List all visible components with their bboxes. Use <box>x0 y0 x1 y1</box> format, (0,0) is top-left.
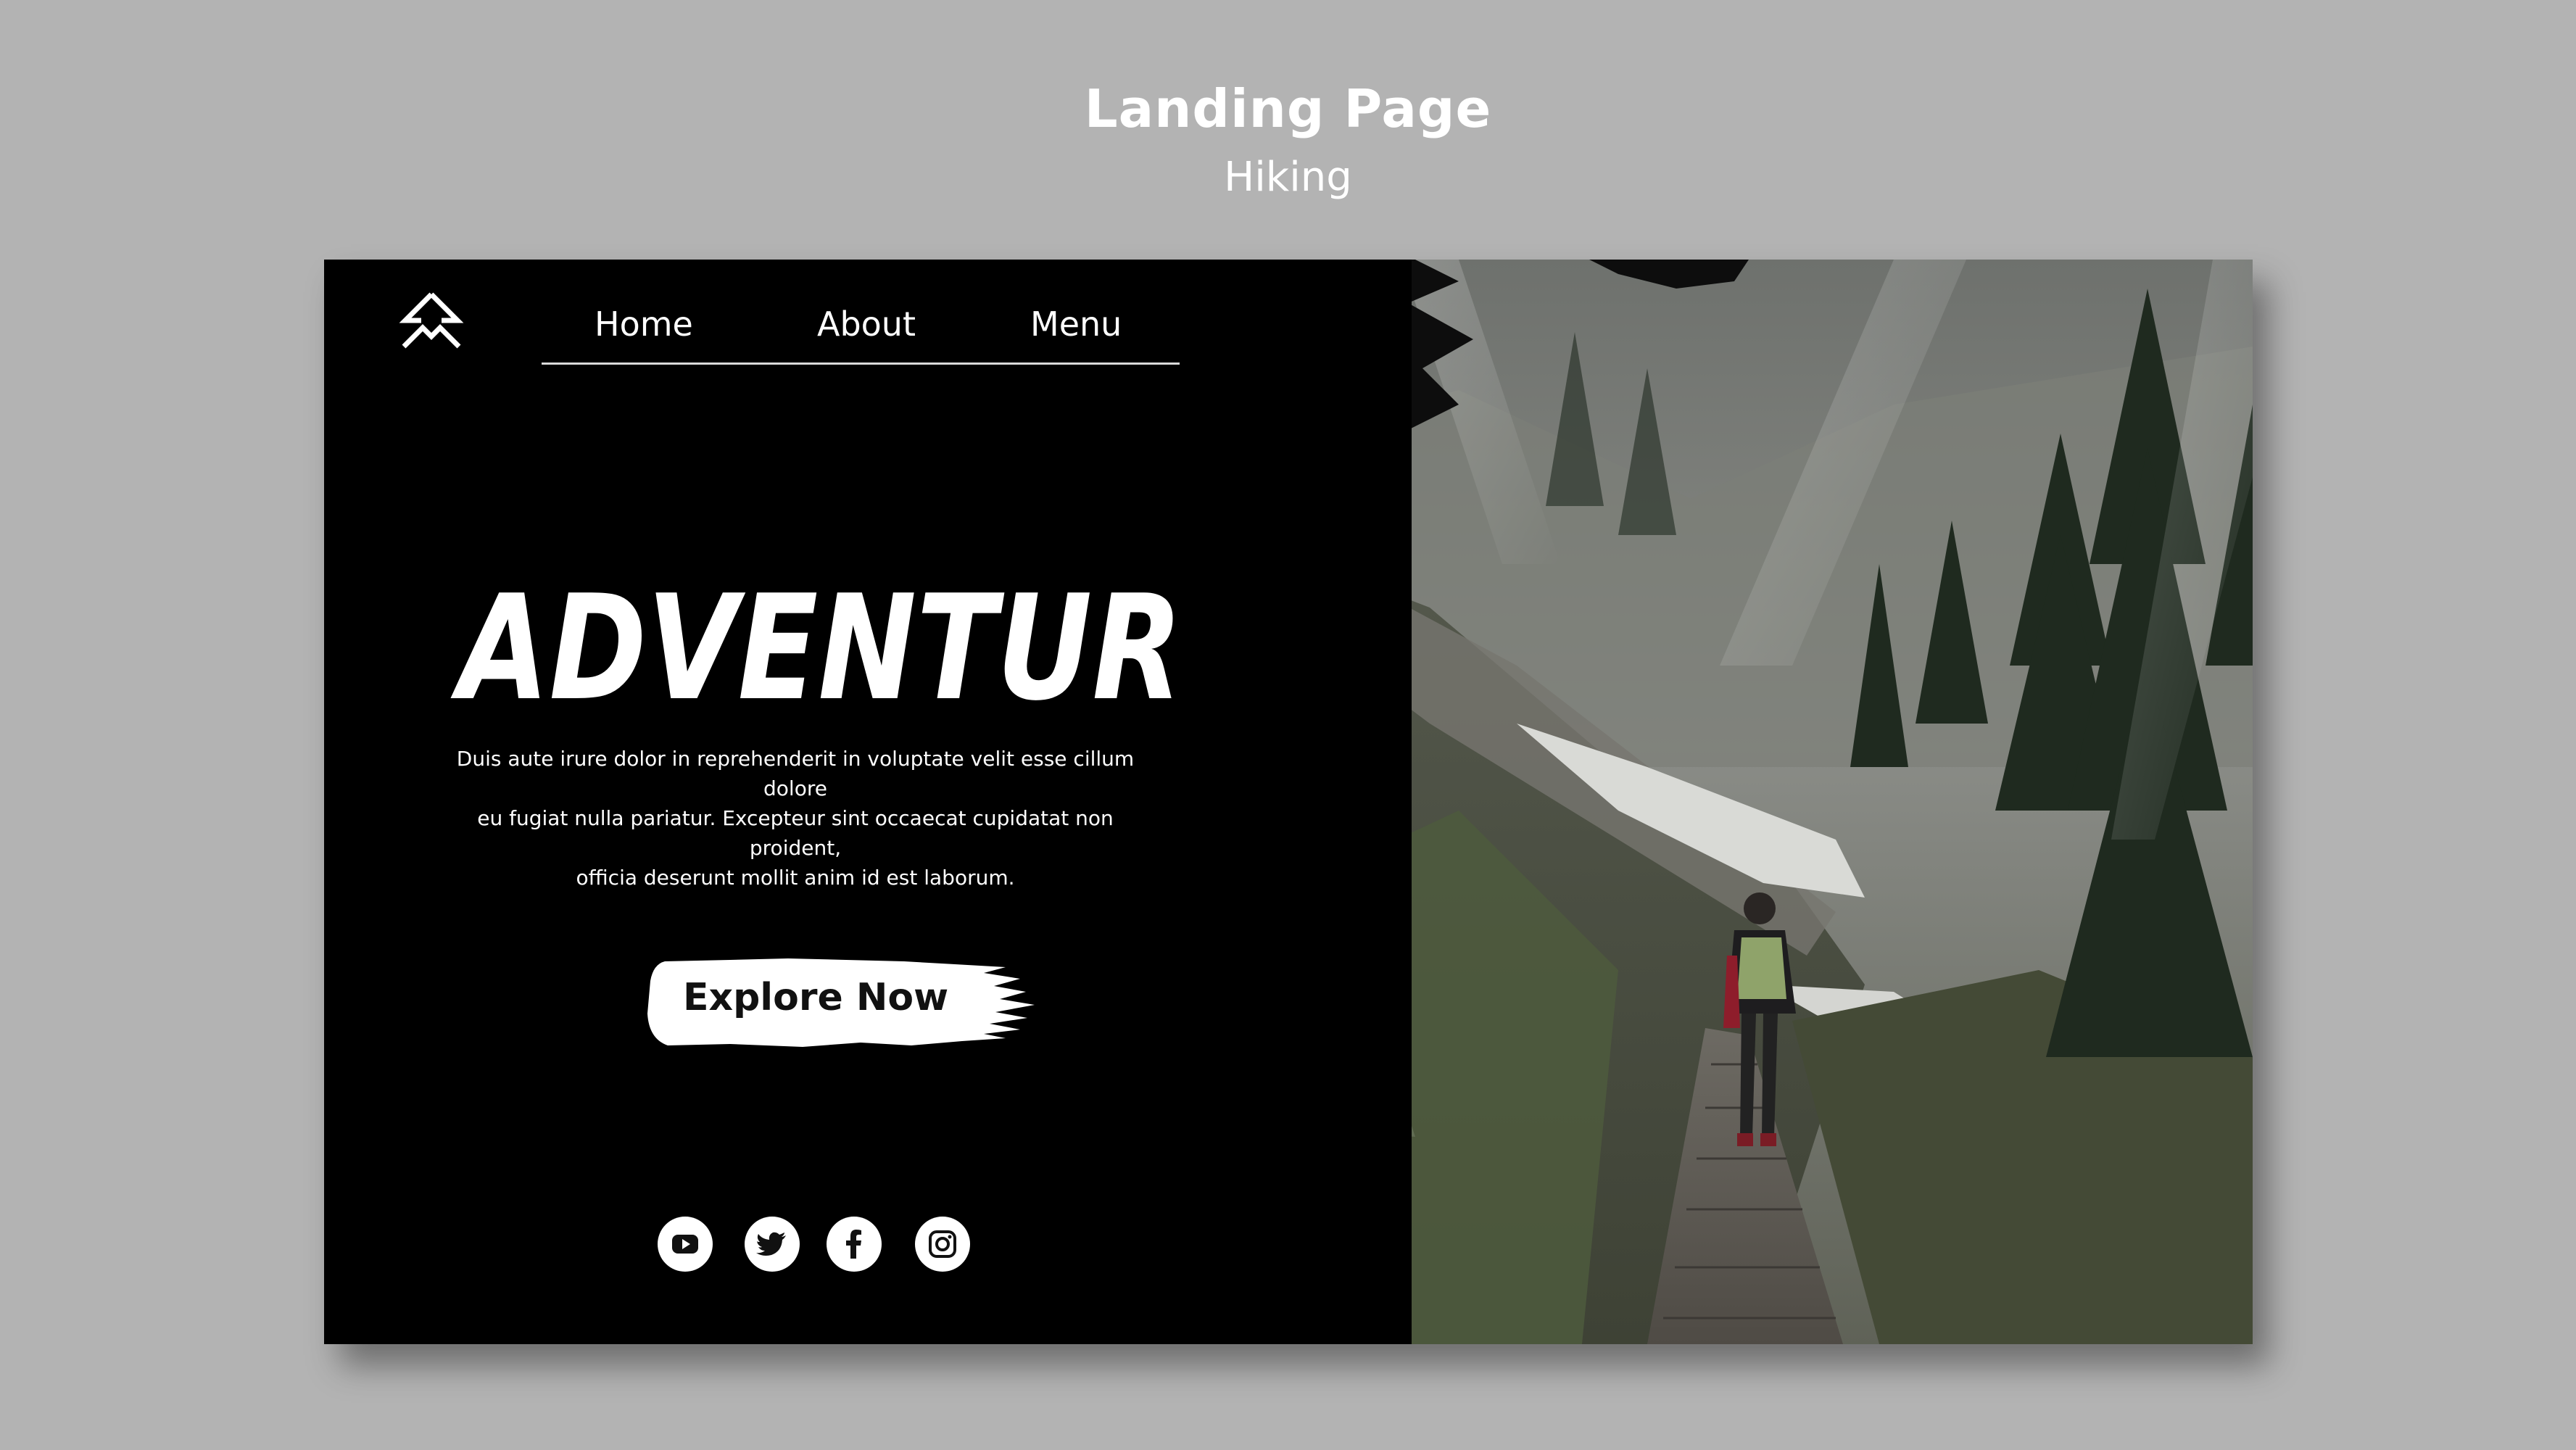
nav-item-menu[interactable]: Menu <box>1030 304 1122 344</box>
main-navigation: Home About Menu <box>542 304 1223 365</box>
hero-headline-text: ADVENTURE <box>450 564 1263 733</box>
hero-description-line: Duis aute irure dolor in reprehenderit i… <box>456 747 1135 800</box>
instagram-icon <box>929 1230 956 1258</box>
page-title: Landing Page <box>1084 78 1492 139</box>
hero-description-line: officia deserunt mollit anim id est labo… <box>576 866 1015 890</box>
explore-now-button[interactable]: Explore Now <box>643 948 1049 1057</box>
brush-stroke-divider <box>1180 260 1292 1344</box>
twitter-icon <box>756 1232 786 1256</box>
facebook-link[interactable] <box>827 1217 882 1272</box>
mountain-logo-icon <box>399 292 464 349</box>
hero-description: Duis aute irure dolor in reprehenderit i… <box>447 744 1143 892</box>
youtube-link[interactable] <box>658 1217 713 1272</box>
facebook-icon <box>846 1230 861 1259</box>
twitter-link[interactable] <box>745 1217 800 1272</box>
explore-now-label: Explore Now <box>683 976 949 1019</box>
landing-page-mockup: Home About Menu ADVENTURE Duis aute irur… <box>324 260 2253 1344</box>
page-subtitle: Hiking <box>1224 154 1352 201</box>
nav-item-home[interactable]: Home <box>595 304 693 344</box>
hero-description-line: eu fugiat nulla pariatur. Excepteur sint… <box>477 806 1114 860</box>
youtube-icon <box>672 1235 698 1254</box>
instagram-link[interactable] <box>915 1217 970 1272</box>
social-links <box>658 1217 977 1275</box>
hero-headline: ADVENTURE <box>426 550 1296 738</box>
logo[interactable] <box>397 290 466 360</box>
nav-item-about[interactable]: About <box>817 304 916 344</box>
